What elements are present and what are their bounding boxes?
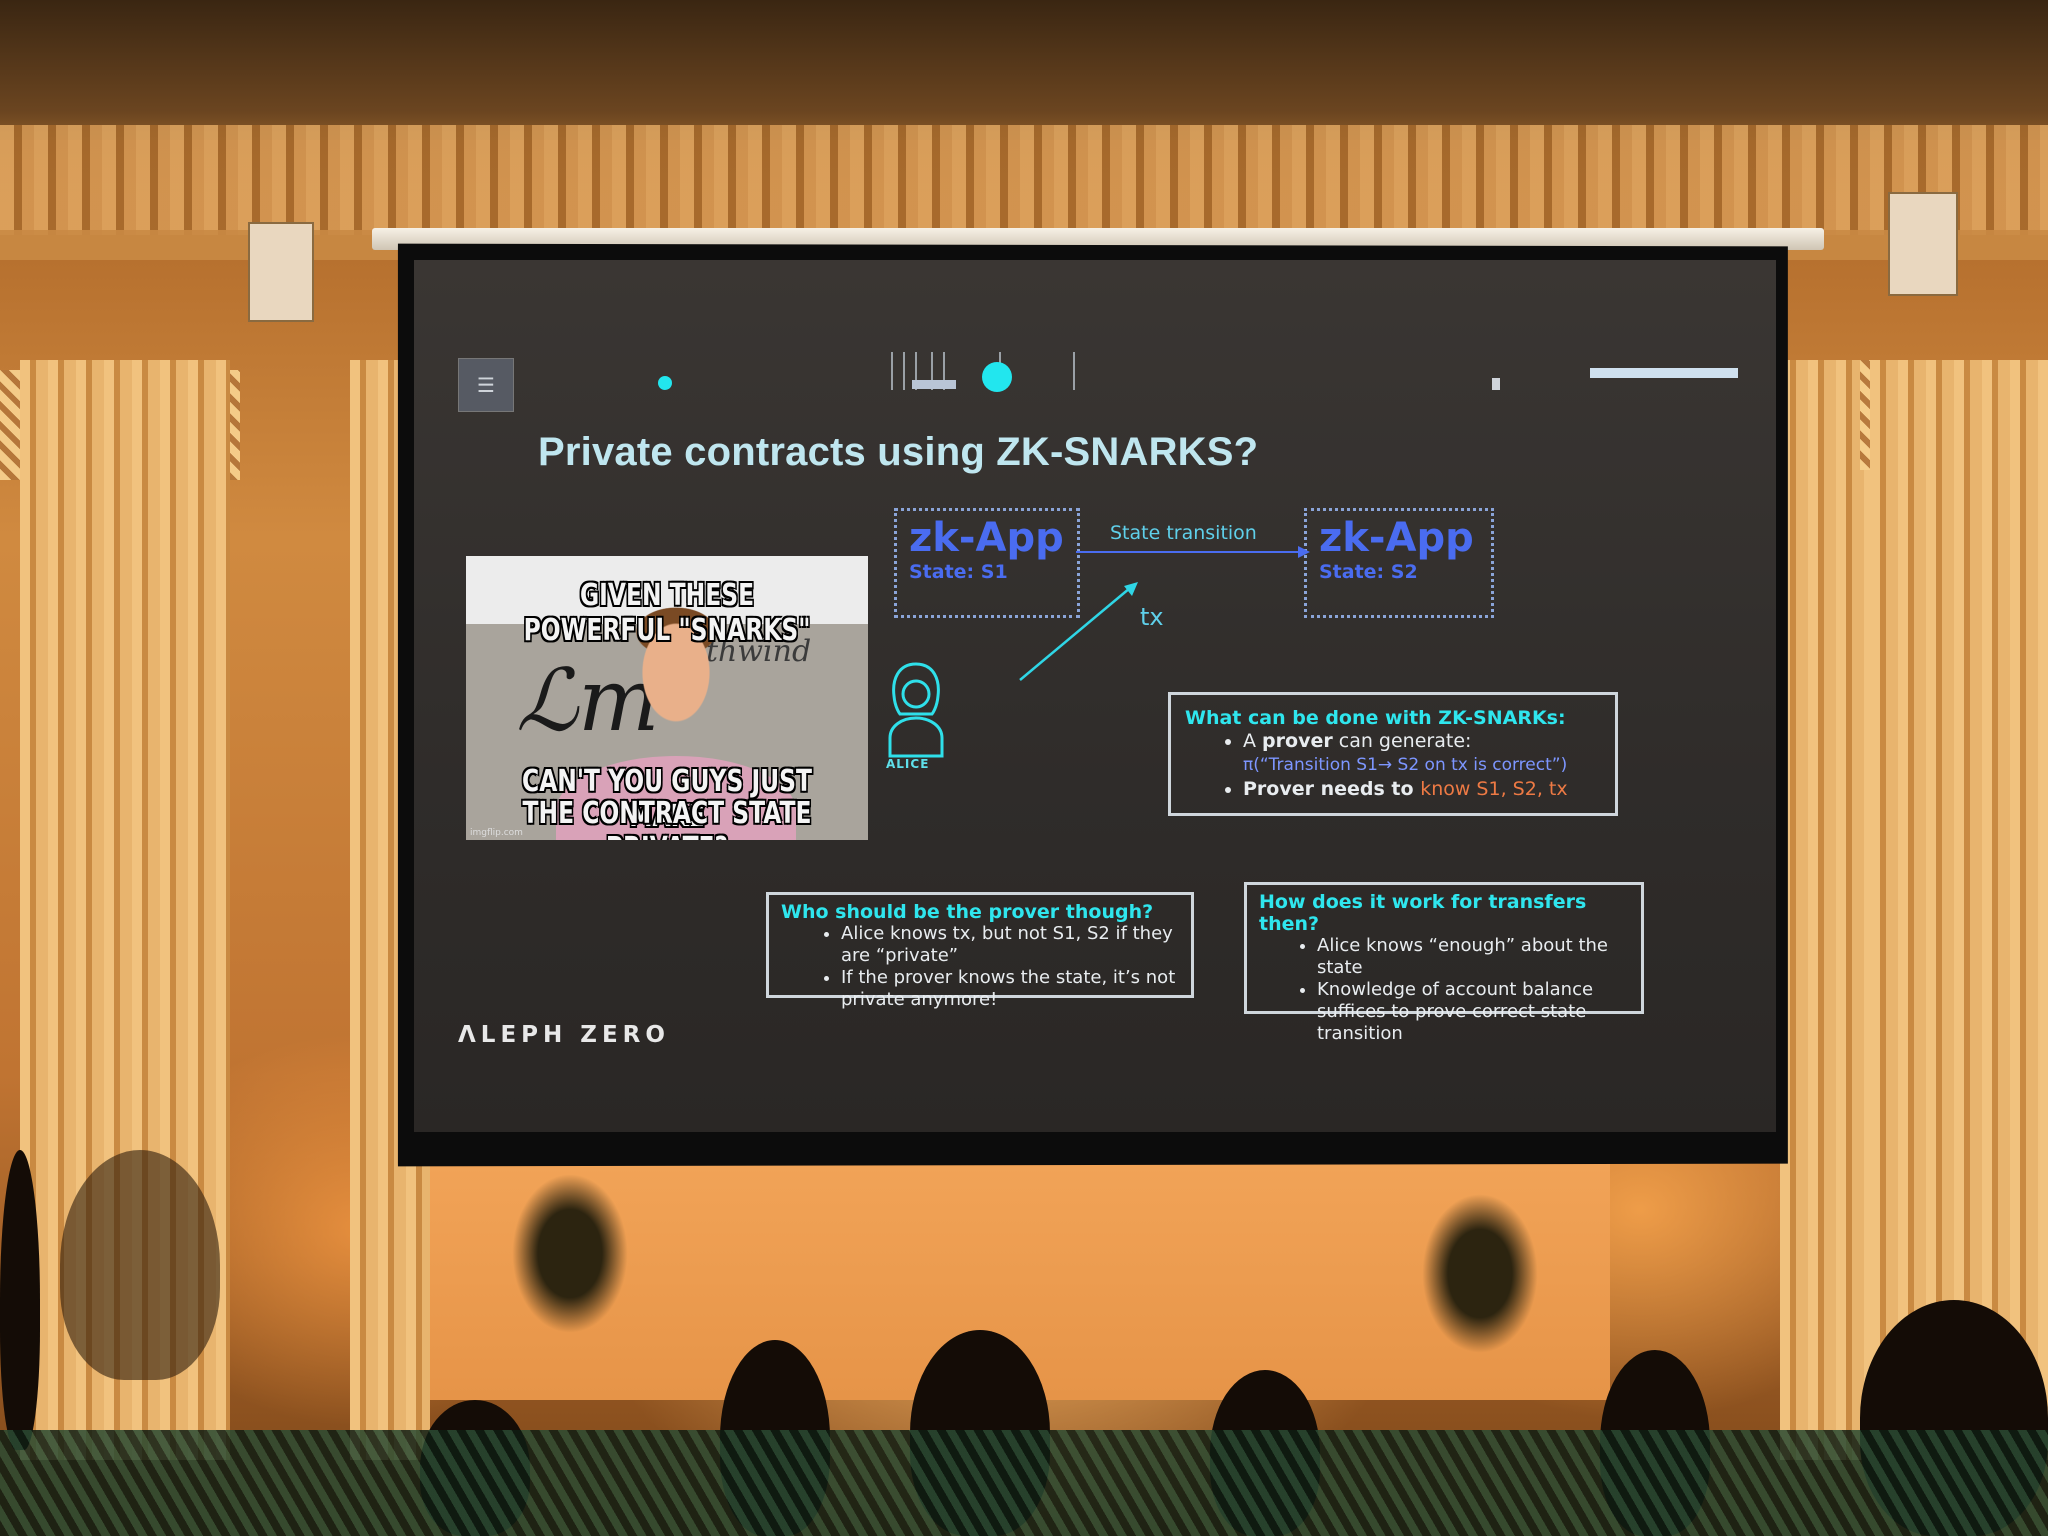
aleph-zero-logo: ΛLEPH ZERO (458, 1022, 670, 1048)
potted-palm-left (490, 1150, 650, 1380)
slide-dot-small (658, 376, 672, 390)
slide-menu-icon: ☰ (458, 358, 514, 412)
snarks-item-needs-orange: know S1, S2, tx (1420, 778, 1568, 800)
slide-dot-large (982, 362, 1012, 392)
transfers-box-heading: How does it work for transfers then? (1259, 891, 1587, 935)
meme-image: ℒm thwind GIVEN THESE POWERFUL "SNARKS" … (466, 556, 868, 840)
snarks-box-list: A prover can generate: π(“Transition S1→… (1185, 729, 1601, 801)
snarks-item-prover: A prover can generate: π(“Transition S1→… (1243, 729, 1601, 777)
projected-slide: ☰ Private contracts using ZK-SNARKS? ℒm … (414, 260, 1776, 1132)
state-transition-label: State transition (1110, 522, 1257, 544)
prover-box-list: Alice knows tx, but not S1, S2 if they a… (781, 923, 1179, 1011)
meme-credit: imgflip.com (470, 828, 523, 838)
alice-label: ALICE (886, 757, 930, 771)
snarks-box-heading: What can be done with ZK-SNARKs: (1185, 707, 1566, 729)
meme-top-caption: GIVEN THESE POWERFUL "SNARKS" (523, 578, 811, 648)
slide-decorations (891, 352, 1738, 390)
snarks-capabilities-box: What can be done with ZK-SNARKs: A prove… (1168, 692, 1618, 816)
column-right (1870, 360, 2048, 1460)
meme-bottom-caption-2: THE CONTRACT STATE PRIVATE? (522, 796, 812, 840)
transfers-item-2: Knowledge of account balance suffices to… (1317, 979, 1629, 1045)
state-transition-arrow (1076, 546, 1310, 558)
zk-app-s1-title: zk-App (909, 515, 1064, 561)
transfers-question-box: How does it work for transfers then? Ali… (1244, 882, 1644, 1044)
zk-app-s2-box: zk-App State: S2 (1304, 508, 1494, 618)
wall-speaker-right (1888, 192, 1958, 296)
menu-glyph: ☰ (477, 373, 495, 397)
zk-app-s2-title: zk-App (1319, 515, 1474, 561)
wall-speaker-left (248, 222, 314, 322)
transfers-box-list: Alice knows “enough” about the state Kno… (1259, 935, 1629, 1045)
ceiling (0, 0, 2048, 140)
snarks-item-prover-bold: prover (1262, 730, 1333, 752)
speaker-silhouette-shadow (60, 1150, 220, 1380)
ornamental-cornice (0, 125, 2048, 235)
snarks-item-needs-bold: Prover needs to (1243, 778, 1421, 800)
snarks-item-suffix: can generate: (1332, 730, 1472, 752)
snarks-item-needs: Prover needs to know S1, S2, tx (1243, 777, 1601, 801)
snarks-item-prefix: A (1243, 730, 1263, 752)
column-right-inner (1780, 360, 1880, 1460)
slide-title: Private contracts using ZK-SNARKS? (538, 430, 1259, 474)
prover-box-heading: Who should be the prover though? (781, 901, 1154, 923)
snarks-item-formula: π(“Transition S1→ S2 on tx is correct”) (1243, 755, 1568, 775)
prover-item-1: Alice knows tx, but not S1, S2 if they a… (841, 923, 1179, 967)
speaker-silhouette (0, 1150, 40, 1450)
prover-question-box: Who should be the prover though? Alice k… (766, 892, 1194, 1010)
alice-user-icon (888, 662, 944, 758)
tx-arrow (1019, 582, 1138, 681)
foreground-railing (0, 1430, 2048, 1536)
prover-item-2: If the prover knows the state, it’s not … (841, 967, 1179, 1011)
potted-palm-right (1400, 1170, 1560, 1400)
zk-app-s2-state: State: S2 (1319, 561, 1418, 583)
transfers-item-1: Alice knows “enough” about the state (1317, 935, 1629, 979)
